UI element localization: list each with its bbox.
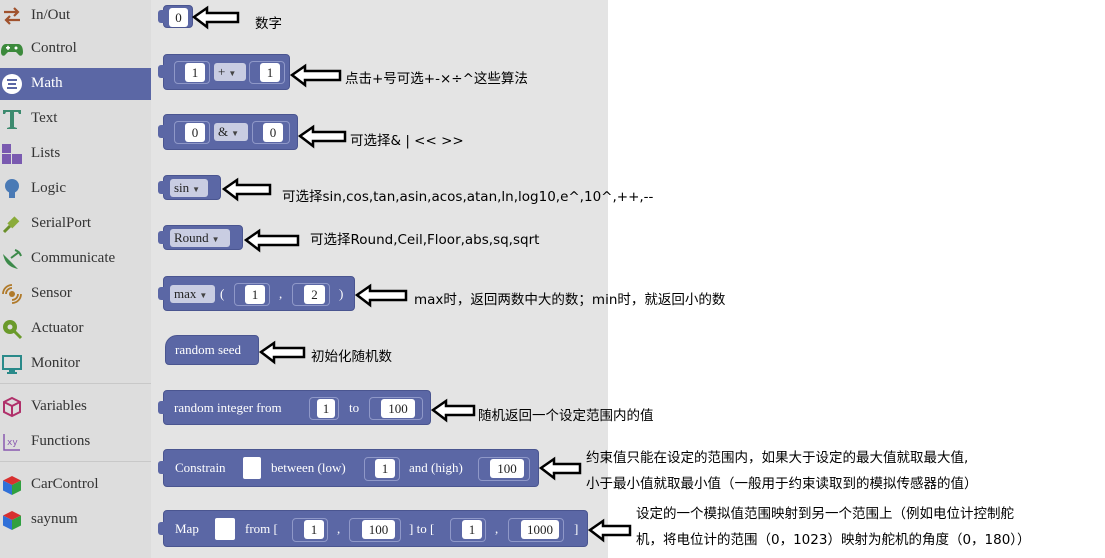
annotation-map-line1: 设定的一个模拟值范围映射到另一个范围上（例如电位计控制舵 <box>636 506 1014 522</box>
annotation-trig: 可选择sin,cos,tan,asin,acos,atan,ln,log10,e… <box>282 189 654 205</box>
annotation-number: 数字 <box>255 16 282 32</box>
annotation-constrain-line2: 小于最小值就取最小值（一般用于约束读取到的模拟传感器的值） <box>586 476 978 492</box>
annotation-round: 可选择Round,Ceil,Floor,abs,sq,sqrt <box>310 232 540 248</box>
arrow-left-icon <box>538 456 582 481</box>
annotation-minmax: max时，返回两数中大的数；min时，就返回小的数 <box>414 292 726 308</box>
arrow-left-icon <box>221 177 272 202</box>
annotation-map-line2: 机，将电位计的范围（0，1023）映射为舵机的角度（0，180）） <box>636 532 1031 548</box>
annotation-constrain-line1: 约束值只能在设定的范围内，如果大于设定的最大值就取最大值, <box>586 450 969 466</box>
arrow-left-icon <box>289 63 342 88</box>
arrow-left-icon <box>191 5 240 30</box>
annotation-random-integer: 随机返回一个设定范围内的值 <box>478 408 654 424</box>
arrow-left-icon <box>354 283 408 308</box>
arrow-left-icon <box>243 228 300 253</box>
arrow-left-icon <box>430 398 476 423</box>
annotation-bitwise: 可选择& | << >> <box>350 133 464 149</box>
arrow-left-icon <box>297 124 347 149</box>
annotation-arithmetic: 点击+号可选+-×÷^这些算法 <box>345 71 528 87</box>
annotation-random-seed: 初始化随机数 <box>311 349 392 365</box>
arrow-left-icon <box>258 340 306 365</box>
arrow-left-icon <box>587 518 632 543</box>
